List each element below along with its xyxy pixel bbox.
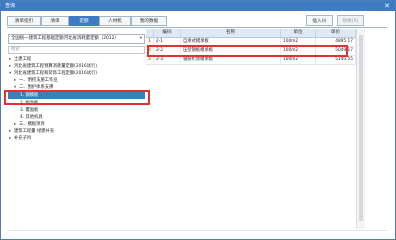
tab-bill[interactable]: 清单 — [41, 16, 69, 26]
toolbar-divider — [7, 27, 387, 28]
row-highlight-box — [147, 45, 348, 57]
tree-node[interactable]: ▾ 河北省建筑工程和装饰工程定额(2016试行) — [9, 70, 97, 77]
cell-name: 钢筋桁架模承板 — [181, 56, 281, 64]
column-header-index — [146, 29, 154, 37]
row-index: 3 — [146, 56, 154, 64]
table-row[interactable]: 3 2-3 钢筋桁架模承板 100m2 5140.55 — [146, 56, 356, 65]
tab-my-data[interactable]: 我的数据 — [131, 16, 167, 26]
window-title: 查询 — [5, 3, 16, 9]
cell-price: 5140.55 — [316, 56, 356, 64]
title-bar: 查询 ✕ — [1, 1, 395, 11]
quota-library-select[interactable]: 全国统一建筑工程基础定额河北省消耗量定额（2012） ▾ — [8, 34, 145, 44]
tab-bill-guide[interactable]: 清单指引 — [7, 16, 41, 26]
cell-unit: 100m2 — [281, 56, 316, 64]
tree-node[interactable]: ▸ 一、明挖法施工作业 — [14, 77, 58, 84]
selection-highlight-box — [4, 90, 150, 105]
tab-bar: 清单指引 清单 定额 人材机 我的数据 — [7, 16, 257, 26]
quota-library-value: 全国统一建筑工程基础定额河北省消耗量定额（2012） — [11, 36, 119, 41]
table-header: 编码 名称 单位 单价 — [146, 29, 356, 38]
scrollbar-thumb[interactable] — [359, 35, 363, 221]
tree-node[interactable]: ▸ 补充子目 — [9, 135, 31, 142]
tab-quota[interactable]: 定额 — [69, 16, 99, 26]
cell-code: 2-3 — [154, 56, 181, 64]
chapter-tree: ▸ 土建工程 ▸ 河北省建筑工程预算消耗量定额(2016试行) ▾ 河北省建筑工程和装… — [8, 56, 145, 226]
tree-node[interactable]: ▸ 土建工程 — [9, 56, 31, 63]
insert-button[interactable]: 插入(I) — [306, 15, 333, 26]
column-header-price[interactable]: 单价 — [316, 29, 356, 37]
vertical-scrollbar[interactable] — [356, 29, 365, 229]
tree-node[interactable]: ▸ 河北省建筑工程预算消耗量定额(2016试行) — [9, 63, 97, 70]
column-header-name[interactable]: 名称 — [181, 29, 281, 37]
replace-button[interactable]: 替换(R) — [337, 15, 364, 26]
close-icon[interactable]: ✕ — [384, 1, 390, 11]
tab-labor-material[interactable]: 人材机 — [99, 16, 131, 26]
column-header-code[interactable]: 编码 — [154, 29, 181, 37]
quota-table: 编码 名称 单位 单价 1 2-1 自承式模承板 100m2 4895.17 2… — [146, 29, 356, 229]
chevron-down-icon[interactable]: ▾ — [140, 35, 142, 43]
tree-node[interactable]: ▸ 建筑工程量 绿建补充 — [9, 128, 54, 135]
search-input[interactable]: 搜索 — [8, 46, 145, 54]
tree-node[interactable]: 3. 覆面板 — [20, 107, 38, 114]
query-dialog: 查询 ✕ 清单指引 清单 定额 人材机 我的数据 插入(I) 替换(R) 全国统… — [0, 0, 396, 240]
column-header-unit[interactable]: 单位 — [281, 29, 316, 37]
tree-node[interactable]: ▸ 三、模板项目 — [14, 121, 45, 128]
tree-node[interactable]: 4. 其他机具 — [20, 114, 43, 121]
bottom-divider — [7, 230, 387, 231]
